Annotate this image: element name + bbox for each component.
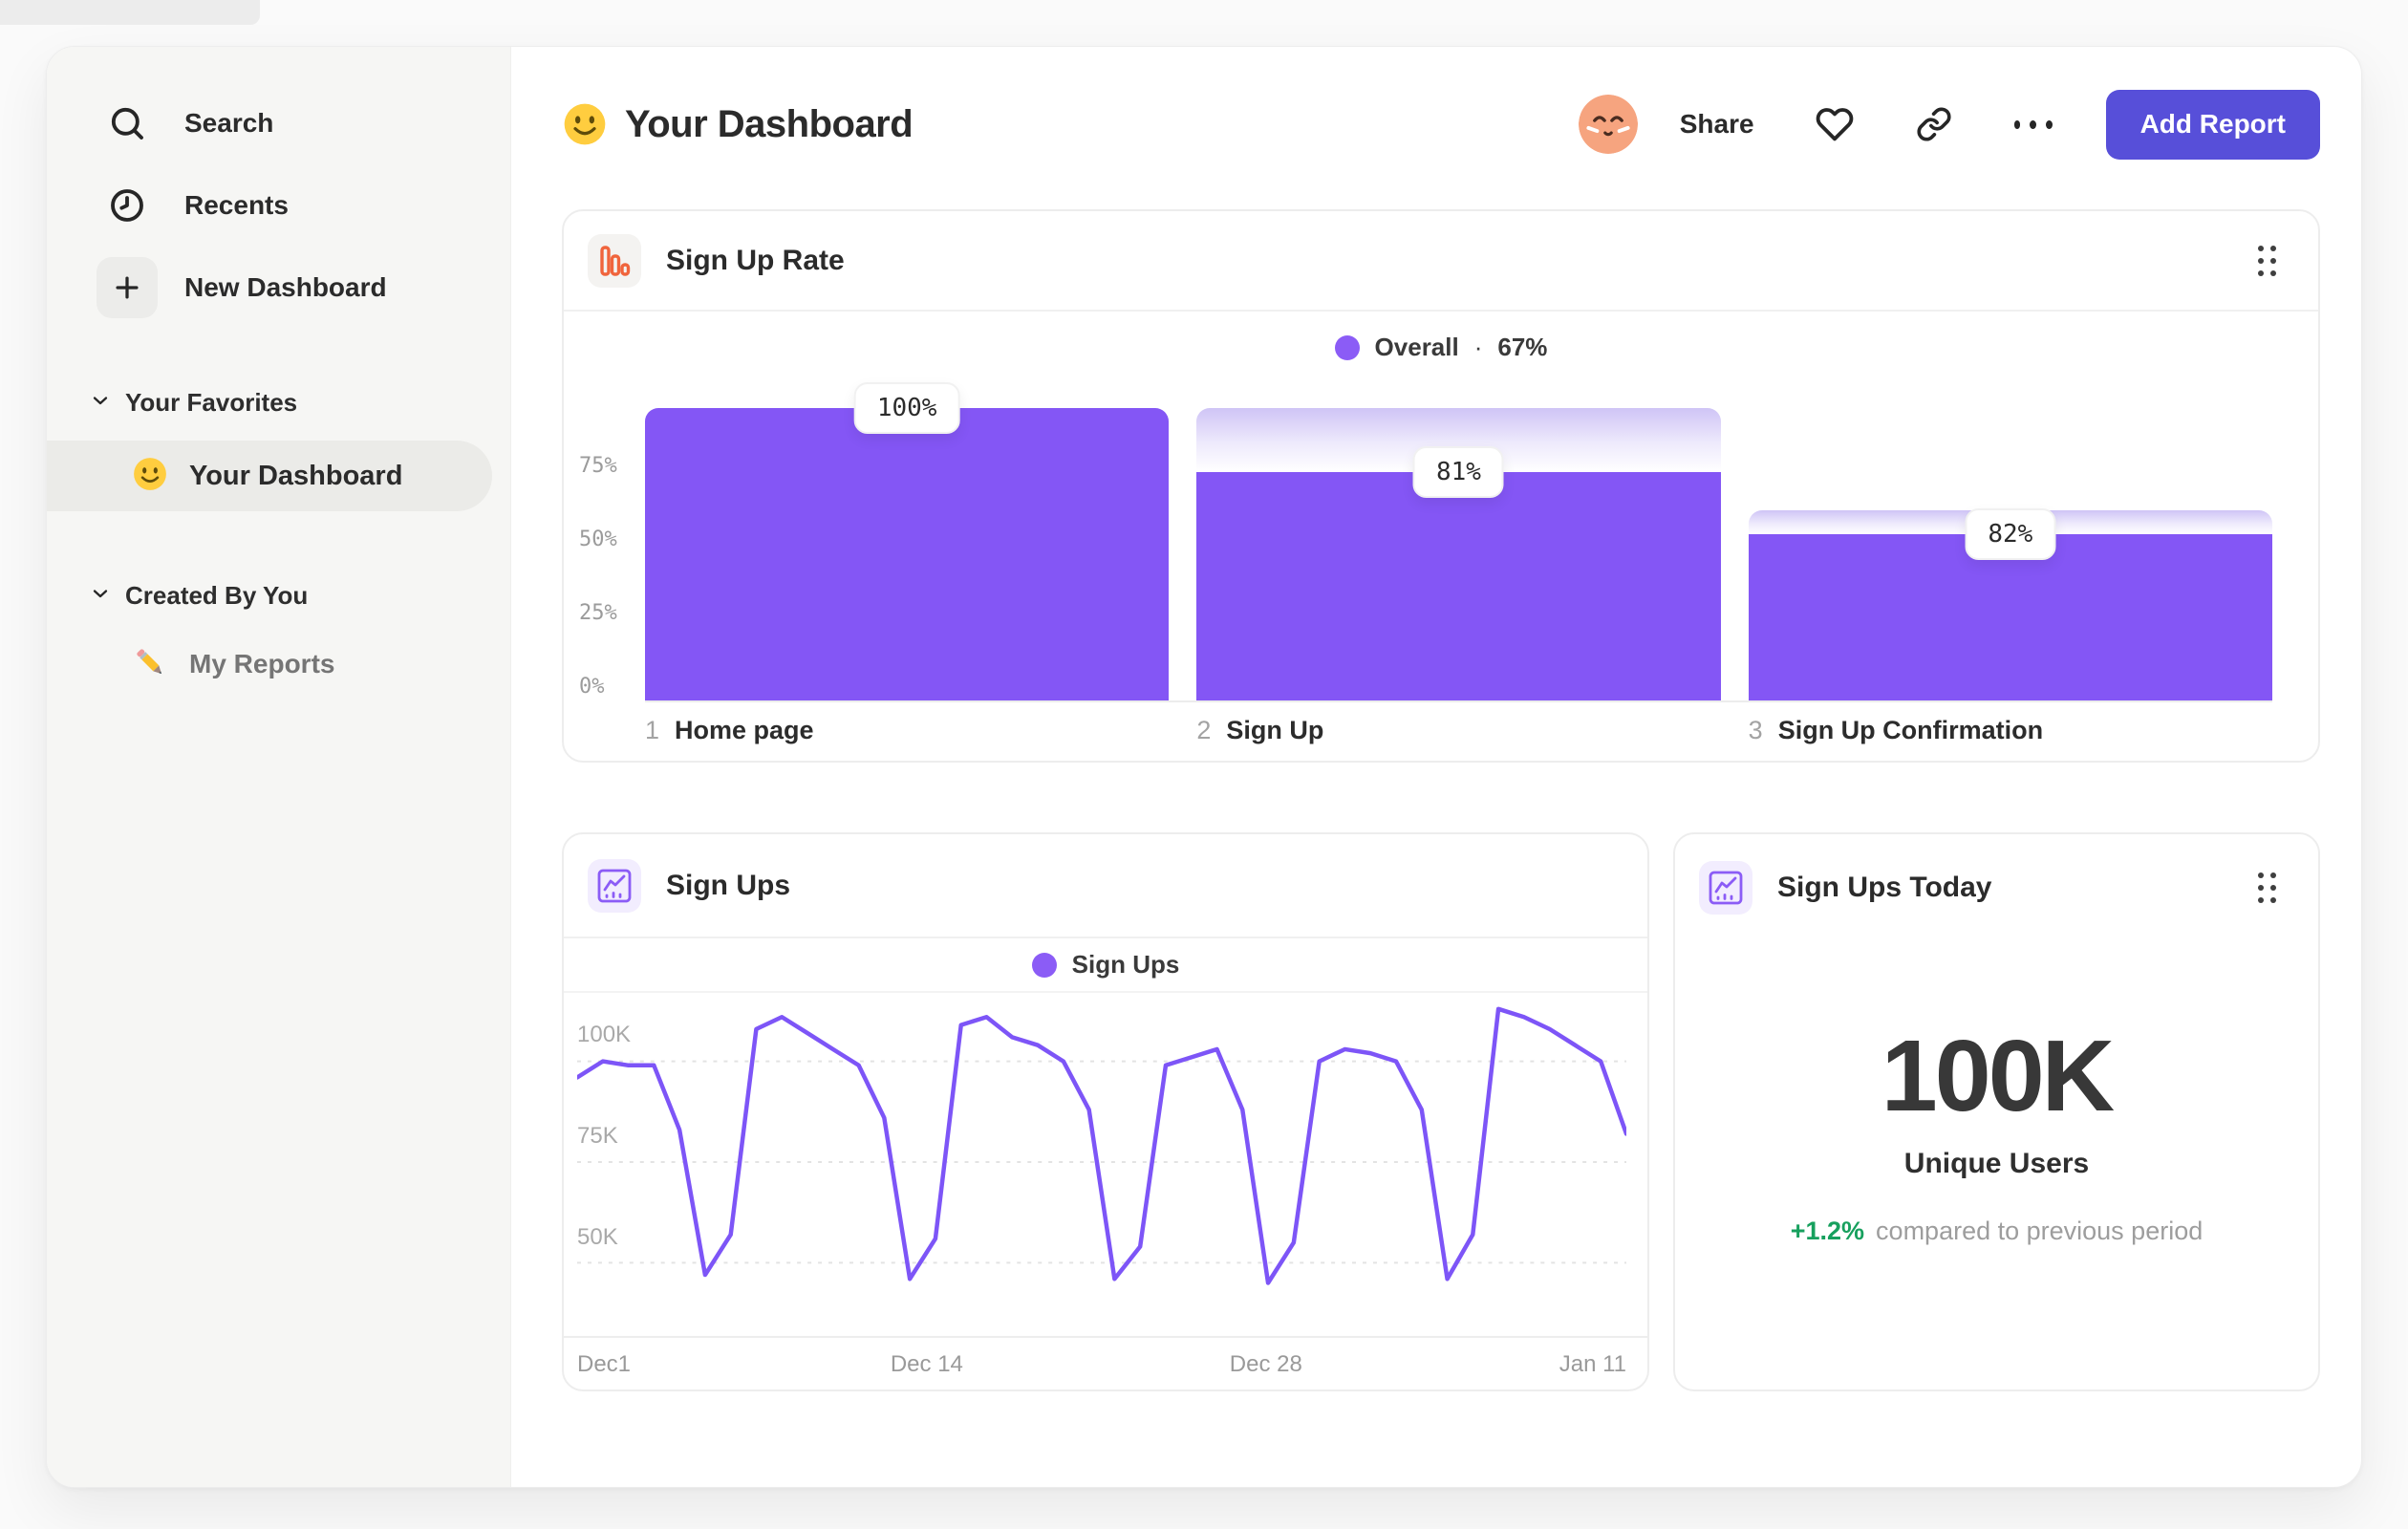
- x-axis-tick: Dec1: [577, 1351, 632, 1377]
- main-content: Your Dashboard Share Add Report Sign Up …: [511, 47, 2361, 1487]
- stat-value: 100K: [1881, 1020, 2115, 1132]
- line-legend[interactable]: Sign Ups: [564, 938, 1647, 993]
- card-header: Sign Ups: [564, 834, 1647, 938]
- step-number: 2: [1196, 716, 1212, 744]
- sidebar-item-new-dashboard[interactable]: New Dashboard: [47, 257, 510, 318]
- dashboard-header: Your Dashboard Share Add Report: [562, 89, 2320, 160]
- plus-icon: [97, 257, 158, 318]
- search-icon: [97, 93, 158, 154]
- clock-icon: [97, 175, 158, 236]
- funnel-bar[interactable]: 81%: [1196, 408, 1721, 700]
- header-actions: Share Add Report: [1578, 89, 2320, 160]
- step-number: 3: [1748, 716, 1763, 744]
- stat-body: 100K Unique Users +1.2% compared to previ…: [1675, 940, 2318, 1246]
- y-axis-tick: 25%: [579, 601, 617, 625]
- funnel-plot-area: 100% 81% 82%: [645, 382, 2272, 702]
- sidebar-item-label: Your Dashboard: [189, 460, 403, 491]
- step-name: Sign Up Confirmation: [1777, 716, 2044, 744]
- section-label: Created By You: [125, 580, 309, 610]
- drag-handle-icon[interactable]: [2258, 872, 2276, 903]
- copy-link-icon[interactable]: [1915, 105, 1953, 143]
- funnel-step-label: 2 Sign Up: [1196, 716, 1720, 745]
- sidebar-item-label: Recents: [184, 190, 289, 220]
- funnel-step-label: 3 Sign Up Confirmation: [1749, 716, 2272, 745]
- add-report-button[interactable]: Add Report: [2105, 89, 2320, 160]
- x-axis-labels: Dec1 Dec 14 Dec 28 Jan 11: [564, 1338, 1647, 1389]
- x-axis-tick: Jan 11: [1559, 1351, 1626, 1377]
- favorite-heart-icon[interactable]: [1816, 105, 1854, 143]
- step-name: Home page: [675, 716, 814, 744]
- bar-chart-icon: [588, 233, 641, 288]
- y-axis-tick: 50%: [579, 528, 617, 551]
- app-window: Search Recents New Dashboard Your Favori…: [46, 46, 2362, 1488]
- sidebar-item-label: Search: [184, 108, 274, 138]
- chevron-down-icon: [89, 389, 112, 417]
- stat-delta: +1.2%: [1790, 1217, 1865, 1245]
- sidebar-item-label: New Dashboard: [184, 272, 387, 302]
- funnel-bar[interactable]: 100%: [645, 382, 1170, 700]
- sign-ups-today-card: Sign Ups Today 100K Unique Users +1.2% co…: [1673, 832, 2320, 1391]
- pencil-emoji: [132, 644, 168, 685]
- x-axis-tick: Dec 28: [1229, 1351, 1302, 1377]
- drag-handle-icon[interactable]: [2258, 245, 2276, 276]
- stat-label: Unique Users: [1903, 1148, 2090, 1179]
- funnel-bar-fill: [1196, 472, 1721, 700]
- chevron-down-icon: [89, 582, 112, 610]
- avatar[interactable]: [1578, 95, 1638, 154]
- sidebar-item-my-reports[interactable]: My Reports: [47, 634, 510, 695]
- stat-delta-row: +1.2% compared to previous period: [1791, 1217, 2204, 1246]
- legend-separator: ·: [1473, 333, 1483, 361]
- funnel-bar-fill: [645, 408, 1170, 700]
- card-header: Sign Ups Today: [1675, 834, 2318, 940]
- line-chart-icon: [1699, 860, 1752, 915]
- line-chart-plot-area: 100K 75K 50K: [564, 993, 1647, 1338]
- sidebar-section-your-favorites[interactable]: Your Favorites: [47, 381, 510, 423]
- conversion-badge: 100%: [853, 382, 960, 434]
- sign-ups-card: Sign Ups Sign Ups 100K 75K 50K Dec1 Dec …: [562, 832, 1649, 1391]
- y-axis-tick: 50K: [577, 1224, 618, 1250]
- sidebar-item-label: My Reports: [189, 649, 335, 678]
- y-axis-tick: 100K: [577, 1022, 632, 1047]
- y-axis-tick: 75K: [577, 1123, 618, 1149]
- funnel-bar[interactable]: 82%: [1748, 408, 2272, 700]
- x-axis-tick: Dec 14: [890, 1351, 963, 1377]
- card-title: Sign Ups: [666, 869, 791, 901]
- line-chart-icon: [588, 858, 641, 913]
- smiley-emoji: [562, 101, 608, 147]
- stat-delta-note: compared to previous period: [1876, 1217, 2204, 1245]
- sidebar-item-recents[interactable]: Recents: [47, 175, 510, 236]
- smiley-emoji: [132, 456, 168, 497]
- funnel-chart: Overall · 67% 75% 50% 25% 0% 100% 81% 82% …: [564, 312, 2318, 763]
- card-header: Sign Up Rate: [564, 211, 2318, 312]
- legend-dot-icon: [1334, 334, 1360, 360]
- legend-overall-value: 67%: [1497, 333, 1548, 361]
- y-axis-tick: 75%: [579, 454, 617, 478]
- sidebar-section-created-by-you[interactable]: Created By You: [47, 574, 510, 616]
- conversion-badge: 81%: [1413, 446, 1504, 499]
- section-label: Your Favorites: [125, 387, 298, 417]
- background-window-edge: [0, 0, 260, 25]
- legend-dot-icon: [1031, 952, 1057, 978]
- sign-ups-line[interactable]: [577, 1006, 1626, 1285]
- step-name: Sign Up: [1226, 716, 1324, 744]
- sidebar-item-search[interactable]: Search: [47, 93, 510, 154]
- step-number: 1: [645, 716, 660, 744]
- conversion-badge: 82%: [1965, 507, 2056, 560]
- funnel-step-label: 1 Home page: [645, 716, 1169, 745]
- funnel-step-labels: 1 Home page 2 Sign Up 3 Sign Up Confirmation: [645, 716, 2272, 745]
- share-button[interactable]: Share: [1680, 109, 1754, 140]
- sidebar: Search Recents New Dashboard Your Favori…: [47, 47, 511, 1487]
- y-axis-tick: 0%: [579, 675, 605, 699]
- card-title: Sign Up Rate: [666, 244, 845, 276]
- page-title: Your Dashboard: [625, 102, 914, 145]
- sign-ups-line-series[interactable]: [577, 993, 1626, 1336]
- card-title: Sign Ups Today: [1777, 871, 1992, 903]
- sign-up-rate-card: Sign Up Rate Overall · 67% 75% 50% 25% 0…: [562, 209, 2320, 763]
- sidebar-item-your-dashboard[interactable]: Your Dashboard: [47, 441, 492, 511]
- more-options-icon[interactable]: [2013, 105, 2053, 143]
- funnel-legend[interactable]: Overall · 67%: [564, 333, 2318, 362]
- legend-series-name: Sign Ups: [1071, 950, 1180, 979]
- legend-series-name: Overall: [1374, 333, 1459, 361]
